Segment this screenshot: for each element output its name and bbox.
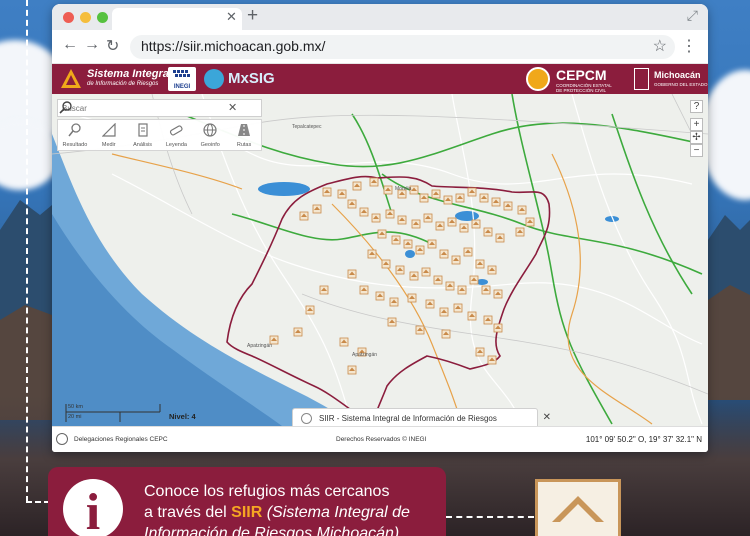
tool-rutas[interactable]: Rutas [227, 120, 261, 150]
address-bar[interactable]: https://siir.michoacan.gob.mx/ ☆ [130, 35, 675, 59]
window-minimize-button[interactable] [80, 12, 91, 23]
siir-logo-icon[interactable] [60, 68, 82, 90]
info-banner: i Conoce los refugios más cercanos a tra… [48, 467, 446, 536]
legend-icon [170, 125, 183, 136]
navigation-bar: ← → ↻ https://siir.michoacan.gob.mx/ ☆ ⋮ [52, 30, 708, 64]
status-coordinates: 101° 09' 50.2" O, 19° 37' 32.1" N [585, 435, 702, 444]
place-label-apatzingan-west: Apatzingán [247, 343, 272, 349]
status-delegaciones[interactable]: Delegaciones Regionales CEPC [74, 436, 168, 443]
scale-bar: 50 km 20 mi [62, 404, 162, 422]
tool-label: Leyenda [165, 142, 187, 148]
dashed-guide-h [26, 501, 50, 503]
clear-search-icon[interactable]: ✕ [228, 101, 237, 114]
status-bar: Delegaciones Regionales CEPC Derechos Re… [52, 426, 708, 452]
cepcm-title: CEPCM [556, 67, 607, 83]
banner-line-3: Información de Riesgos Michoacán) [144, 525, 400, 536]
map-search-box: ✕ [57, 99, 262, 117]
banner-siir-highlight: SIIR [231, 504, 263, 521]
inegi-logo[interactable]: INEGI [168, 67, 196, 91]
forward-arrow-icon[interactable]: → [84, 36, 100, 54]
siir-subtitle: de Información de Riesgos [87, 81, 159, 87]
tool-label: Análisis [133, 142, 153, 148]
globe-icon [203, 123, 217, 137]
banner-line-2-pre: a través del [144, 504, 232, 521]
siir-title: Sistema Integral [87, 68, 172, 80]
mxsig-title[interactable]: MxSIG [228, 70, 275, 87]
info-panel-close-icon[interactable]: ✕ [543, 412, 551, 423]
tool-geoinfo[interactable]: Geoinfo [193, 120, 227, 150]
tool-analisis[interactable]: Análisis [126, 120, 160, 150]
status-copyright: Derechos Reservados © INEGI [336, 436, 427, 443]
place-label-morelia: Morelia [395, 186, 412, 192]
tool-label: Geoinfo [200, 142, 220, 148]
tool-label: Rutas [236, 142, 252, 148]
ruler-icon [101, 123, 116, 137]
zoom-in-button[interactable]: + [690, 118, 703, 131]
dashed-guide-h2 [446, 516, 534, 518]
info-icon: i [63, 479, 123, 536]
bookmark-star-icon[interactable]: ☆ [653, 36, 667, 56]
michoacan-title: Michoacán [654, 70, 701, 80]
place-label-tepalcatepec: Tepalcatepec [292, 124, 322, 130]
tool-medir[interactable]: Medir [92, 120, 126, 150]
info-panel-tab[interactable]: SIIR - Sistema Integral de Información d… [292, 408, 551, 426]
new-tab-icon[interactable]: + [247, 5, 258, 27]
tool-resultado[interactable]: Resultado [58, 120, 92, 150]
search-input[interactable] [62, 102, 222, 115]
banner-line-1: Conoce los refugios más cercanos [144, 483, 390, 500]
michoacan-subtitle: GOBIERNO DEL ESTADO [654, 82, 708, 87]
layers-icon[interactable] [56, 433, 68, 445]
zoom-out-button[interactable]: − [690, 144, 703, 157]
browser-tab[interactable] [112, 8, 242, 30]
browser-menu-icon[interactable]: ⋮ [681, 36, 697, 56]
scale-mi: 20 mi [68, 414, 82, 420]
lake-chapala [258, 182, 310, 196]
tab-bar: ✕ + ⤢ [52, 4, 708, 30]
road-icon [238, 124, 251, 136]
banner-line-2: a través del SIIR (Sistema Integral de [144, 504, 410, 522]
siir-circle-icon [301, 413, 312, 424]
dashed-guide [26, 0, 28, 502]
back-arrow-icon[interactable]: ← [62, 36, 78, 54]
map-toolbar: Resultado Medir Análisis Leyenda Geoinfo… [57, 119, 262, 151]
shelter-markers [269, 177, 535, 375]
magnifier-icon [68, 123, 81, 137]
tool-label: Medir [101, 142, 116, 148]
window-close-button[interactable] [63, 12, 74, 23]
tab-close-icon[interactable]: ✕ [226, 9, 237, 25]
place-label-apatzingan: Apatzingán [352, 352, 377, 358]
lake-cuitzeo [455, 211, 479, 221]
zoom-level: Nivel: 4 [169, 412, 196, 421]
search-icon[interactable] [58, 100, 74, 114]
lake-patzcuaro [405, 250, 415, 258]
michoacan-logo-icon[interactable] [634, 68, 649, 90]
scale-km: 50 km [68, 404, 83, 410]
mxsig-pin-icon [204, 69, 224, 89]
site-header: Sistema Integral de Información de Riesg… [52, 64, 708, 98]
inegi-grid-icon [173, 70, 190, 77]
house-icon [552, 496, 604, 522]
analysis-icon [137, 123, 148, 137]
url-text: https://siir.michoacan.gob.mx/ [141, 38, 326, 54]
banner-line-2-post: (Sistema Integral de [262, 504, 410, 521]
tool-leyenda[interactable]: Leyenda [159, 120, 193, 150]
inegi-label: INEGI [173, 84, 191, 90]
help-button[interactable]: ? [690, 100, 703, 113]
tool-label: Resultado [62, 142, 88, 148]
info-panel-title: SIIR - Sistema Integral de Información d… [319, 414, 497, 423]
shelter-house-icon [535, 479, 621, 536]
locate-button[interactable]: ✢ [690, 131, 703, 144]
window-maximize-button[interactable] [97, 12, 108, 23]
reload-icon[interactable]: ↻ [106, 36, 119, 56]
browser-window: ✕ + ⤢ ← → ↻ https://siir.michoacan.gob.m… [52, 4, 708, 452]
map-canvas[interactable]: Tepalcatepec Apatzingán Morelia Apatzing… [52, 94, 708, 426]
cepcm-logo-icon[interactable] [526, 67, 550, 91]
expand-icon[interactable]: ⤢ [687, 7, 698, 24]
